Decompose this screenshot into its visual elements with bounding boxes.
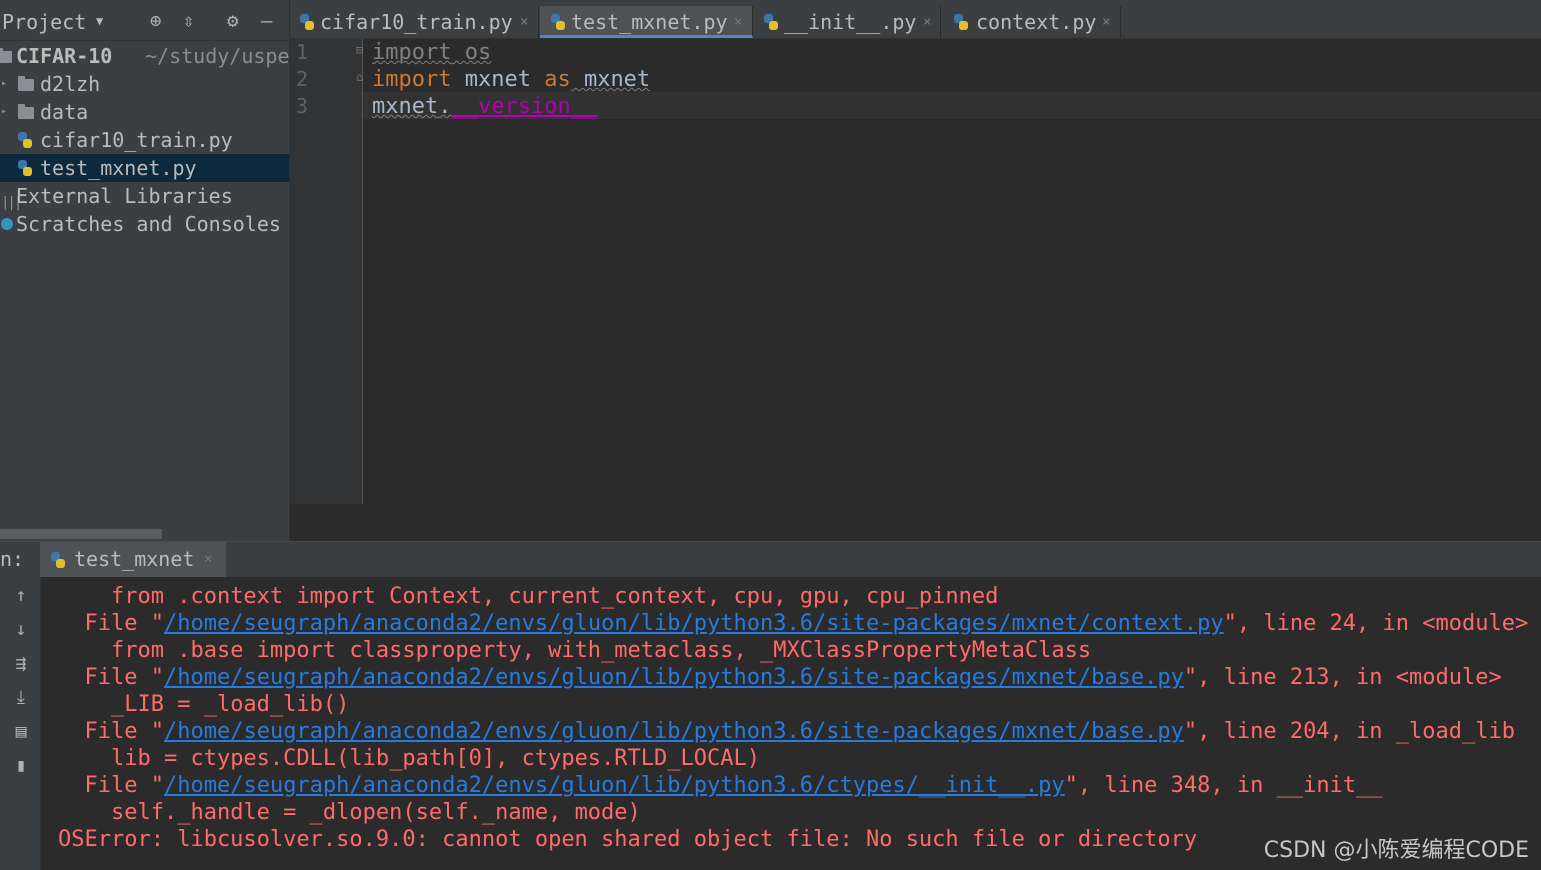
tree-item-scratches[interactable]: Scratches and Consoles xyxy=(0,210,289,238)
line-number: 1 xyxy=(296,40,309,64)
tree-item-label: cifar10_train.py xyxy=(40,128,233,152)
editor-empty-area xyxy=(290,504,1541,541)
python-file-icon xyxy=(18,132,32,148)
gear-icon[interactable]: ⚙ xyxy=(227,9,238,33)
tab-label: cifar10_train.py xyxy=(320,10,513,34)
code-text: os xyxy=(451,40,492,65)
arrow-down-icon[interactable]: ↓ xyxy=(11,619,31,640)
close-icon[interactable]: × xyxy=(520,6,528,38)
console-line: lib = ctypes.CDLL(lib_path[0], ctypes.RT… xyxy=(110,746,760,771)
tab-context[interactable]: context.py × xyxy=(942,6,1121,38)
chevron-down-icon[interactable]: ▼ xyxy=(96,14,103,28)
tree-item-external-libraries[interactable]: ||| External Libraries xyxy=(0,182,289,211)
tree-item-label: External Libraries xyxy=(16,184,233,208)
editor-tabs-bar: cifar10_train.py × test_mxnet.py × __ini… xyxy=(290,0,1541,39)
code-line-2[interactable]: import mxnet as mxnet xyxy=(372,66,650,93)
soft-wrap-icon[interactable]: ⇶ xyxy=(11,653,31,674)
run-tab-label: test_mxnet xyxy=(74,547,195,571)
expand-arrow-icon[interactable]: ▸ xyxy=(1,70,7,98)
tree-item-label: test_mxnet.py xyxy=(40,156,197,180)
tree-item-file-selected[interactable]: test_mxnet.py xyxy=(0,154,289,182)
folder-icon xyxy=(18,76,34,91)
root-path: ~/study/uspe xyxy=(145,44,290,68)
tree-item-file[interactable]: cifar10_train.py xyxy=(0,126,289,154)
console-line: File "/home/seugraph/anaconda2/envs/gluo… xyxy=(84,611,1529,636)
tree-item-folder[interactable]: ▸ d2lzh xyxy=(0,70,289,98)
console-line: from .base import classproperty, with_me… xyxy=(110,638,1092,663)
print-icon[interactable]: ▤ xyxy=(11,721,31,742)
horizontal-scrollbar[interactable] xyxy=(0,529,162,539)
project-view-title[interactable]: Project xyxy=(2,10,86,34)
code-line-1[interactable]: import os xyxy=(372,39,491,66)
project-panel: Project ▼ ⊕ ⇳ ⚙ — CIFAR-10 ~/study/uspe … xyxy=(0,0,290,541)
console-line: from .context import Context, current_co… xyxy=(110,584,999,609)
folder-icon xyxy=(0,48,12,63)
close-icon[interactable]: × xyxy=(204,551,212,567)
run-toolbar: ↑ ↓ ⇶ ⤓ ▤ ▮ xyxy=(0,577,41,870)
run-panel-header: n: test_mxnet × xyxy=(0,541,1541,578)
keyword-import: import xyxy=(372,67,452,92)
console-line: _LIB = _load_lib() xyxy=(110,692,350,717)
python-file-icon xyxy=(18,160,32,176)
python-file-icon xyxy=(764,14,778,30)
scroll-to-end-icon[interactable]: ⤓ xyxy=(11,687,31,708)
tab-cifar10-train[interactable]: cifar10_train.py × xyxy=(290,6,539,38)
run-panel-label: n: xyxy=(0,547,25,571)
tree-item-folder[interactable]: ▸ data xyxy=(0,98,289,126)
code-text: . xyxy=(438,94,452,119)
python-file-icon xyxy=(51,552,65,568)
console-line: File "/home/seugraph/anaconda2/envs/gluo… xyxy=(84,719,1516,744)
console-error-line: OSError: libcusolver.so.9.0: cannot open… xyxy=(58,827,1198,852)
file-link[interactable]: /home/seugraph/anaconda2/envs/gluon/lib/… xyxy=(164,665,1184,690)
line-number: 3 xyxy=(296,94,309,118)
file-link[interactable]: /home/seugraph/anaconda2/envs/gluon/lib/… xyxy=(164,719,1184,744)
code-text: mxnet xyxy=(570,67,651,92)
collapse-all-icon[interactable]: ⇳ xyxy=(183,9,194,33)
file-link[interactable]: /home/seugraph/anaconda2/envs/gluon/lib/… xyxy=(164,611,1224,636)
run-console-output[interactable]: from .context import Context, current_co… xyxy=(41,577,1541,870)
tab-label: __init__.py xyxy=(784,10,917,34)
close-icon[interactable]: × xyxy=(923,6,931,38)
magic-attribute: __version__ xyxy=(451,94,598,119)
code-text: mxnet xyxy=(451,67,545,92)
file-link[interactable]: /home/seugraph/anaconda2/envs/gluon/lib/… xyxy=(164,773,1065,798)
minimize-icon[interactable]: — xyxy=(261,9,272,33)
tab-label: context.py xyxy=(976,10,1097,34)
expand-arrow-icon[interactable]: ▸ xyxy=(1,98,7,126)
keyword-import: import xyxy=(372,40,452,65)
folder-icon xyxy=(18,104,34,119)
scratches-icon xyxy=(1,218,13,230)
close-icon[interactable]: × xyxy=(734,6,742,38)
watermark: CSDN @小陈爱编程CODE xyxy=(1263,838,1529,863)
tree-item-label: Scratches and Consoles xyxy=(16,212,281,236)
keyword-as: as xyxy=(544,67,571,92)
tab-init[interactable]: __init__.py × xyxy=(754,6,941,38)
console-line: File "/home/seugraph/anaconda2/envs/gluo… xyxy=(84,665,1502,690)
code-text: mxnet xyxy=(372,94,439,119)
close-icon[interactable]: × xyxy=(1102,6,1110,38)
tab-test-mxnet[interactable]: test_mxnet.py × xyxy=(540,6,753,38)
locate-icon[interactable]: ⊕ xyxy=(150,9,161,33)
line-number: 2 xyxy=(296,67,309,91)
python-file-icon xyxy=(954,14,968,30)
project-header: Project ▼ ⊕ ⇳ ⚙ — xyxy=(0,0,289,41)
console-line: self._handle = _dlopen(self._name, mode) xyxy=(110,800,641,825)
code-line-3[interactable]: mxnet.__version__ xyxy=(372,93,597,120)
console-line: File "/home/seugraph/anaconda2/envs/gluo… xyxy=(84,773,1383,798)
python-file-icon xyxy=(551,14,565,30)
code-editor[interactable]: import os import mxnet as mxnet mxnet.__… xyxy=(363,39,1541,504)
trash-icon[interactable]: ▮ xyxy=(11,755,31,776)
tree-item-root[interactable]: CIFAR-10 ~/study/uspe xyxy=(0,42,289,70)
run-tab-test-mxnet[interactable]: test_mxnet × xyxy=(40,542,226,577)
tab-label: test_mxnet.py xyxy=(571,10,728,34)
tree-item-label: d2lzh xyxy=(40,72,101,96)
root-name: CIFAR-10 xyxy=(16,44,113,68)
arrow-up-icon[interactable]: ↑ xyxy=(11,585,31,606)
tree-item-label: data xyxy=(40,100,89,124)
python-file-icon xyxy=(300,14,314,30)
editor-gutter: 1 2 3 ⊟ ⌂ xyxy=(290,39,363,504)
